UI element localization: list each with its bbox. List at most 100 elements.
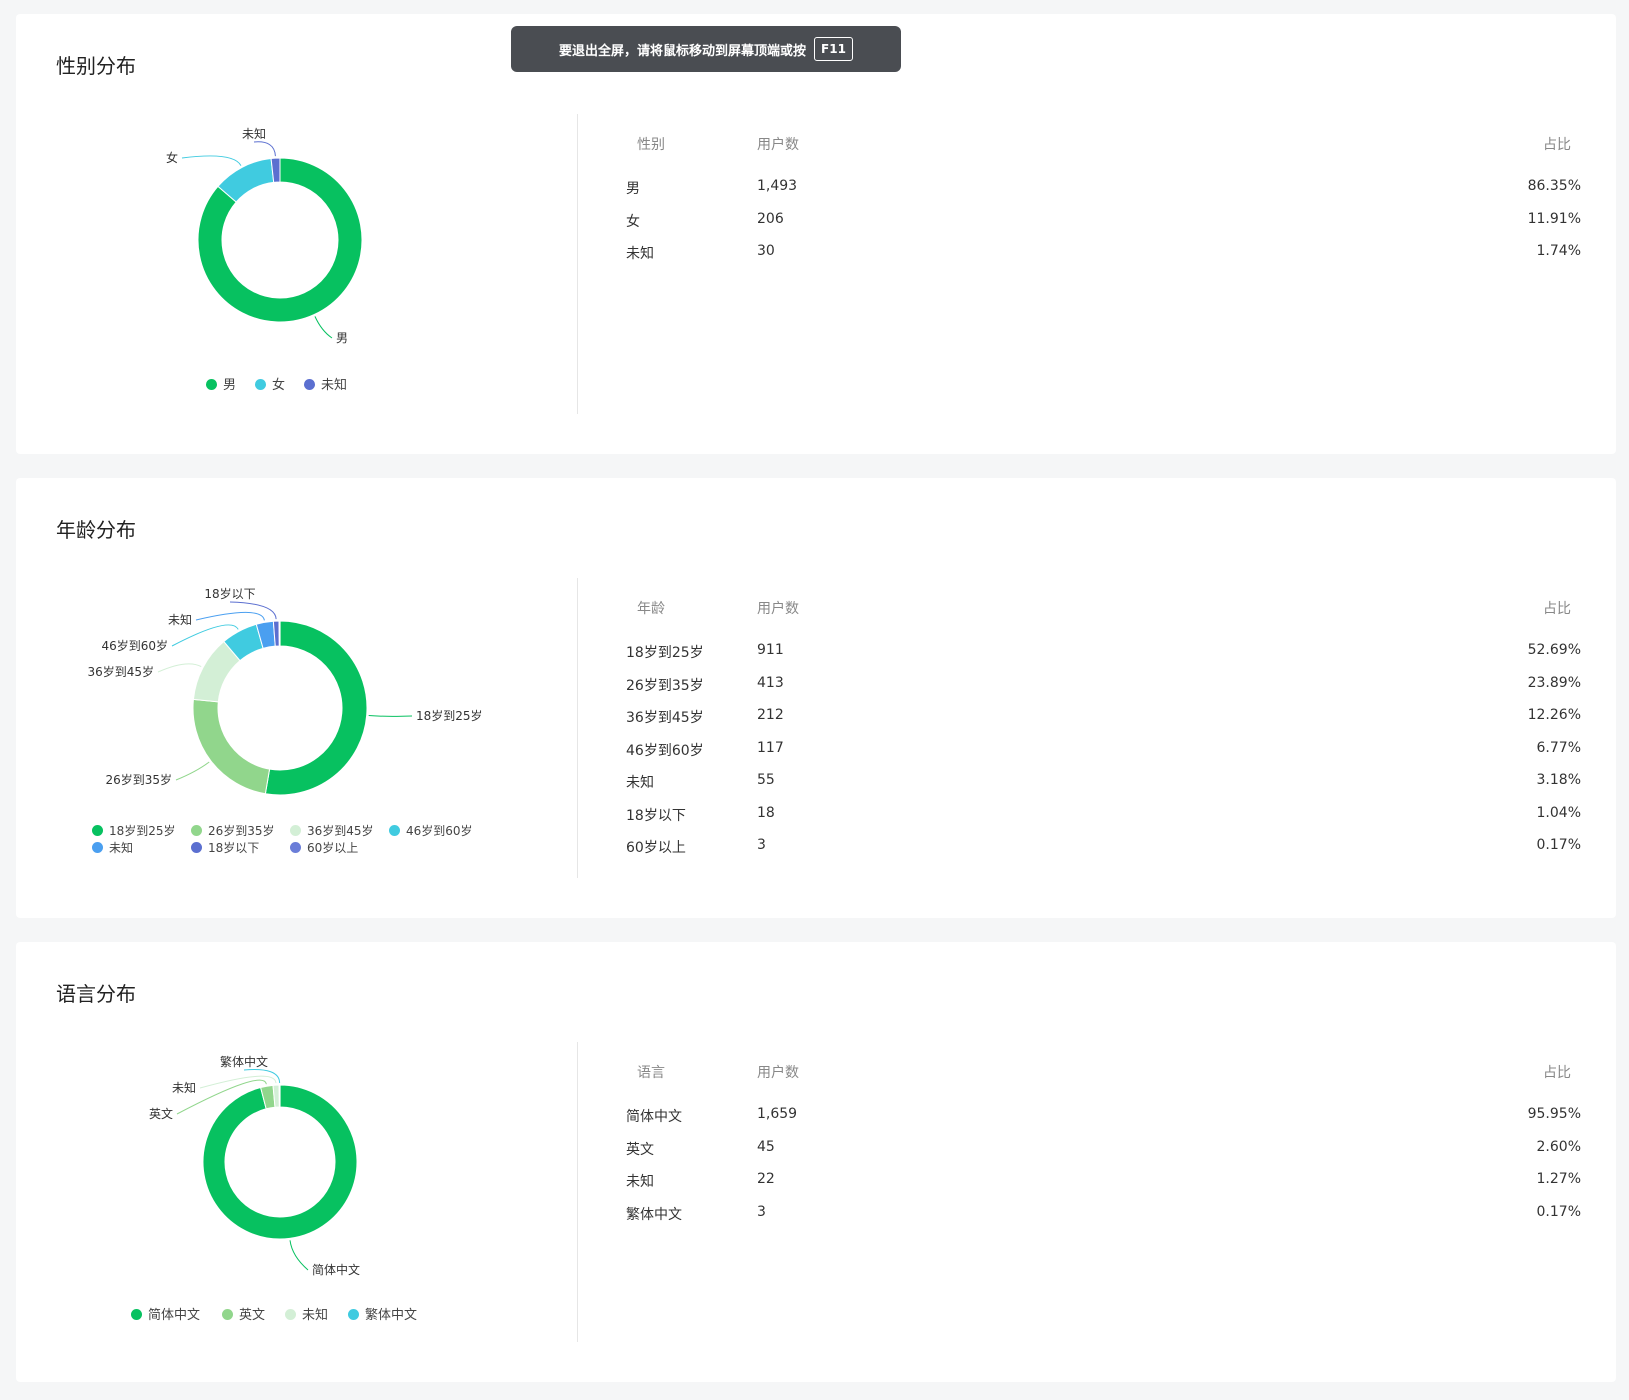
cell-count: 18 bbox=[757, 804, 775, 821]
column-header-age: 年龄 bbox=[637, 601, 665, 617]
slice-label: 未知 bbox=[168, 613, 192, 627]
legend-item[interactable]: 36岁到45岁 bbox=[290, 822, 374, 839]
legend-dot-icon bbox=[290, 825, 301, 836]
legend-item[interactable]: 繁体中文 bbox=[348, 1304, 417, 1323]
legend-dot-icon bbox=[191, 842, 202, 853]
legend-item[interactable]: 简体中文 bbox=[131, 1304, 200, 1323]
divider bbox=[577, 1042, 578, 1342]
slice-label: 未知 bbox=[242, 127, 266, 141]
table-row: 未知 30 1.74% bbox=[626, 237, 1581, 270]
donut-slice[interactable] bbox=[202, 1084, 358, 1240]
age-table: 年龄 用户数 占比 18岁到25岁 911 52.69% 26岁到35岁 413… bbox=[626, 578, 1581, 864]
table-row: 46岁到60岁 117 6.77% bbox=[626, 734, 1581, 767]
table-row: 未知 55 3.18% bbox=[626, 766, 1581, 799]
table-row: 未知 22 1.27% bbox=[626, 1165, 1581, 1198]
column-header-gender: 性别 bbox=[637, 137, 665, 153]
legend-label: 繁体中文 bbox=[365, 1308, 418, 1323]
table-row: 简体中文 1,659 95.95% bbox=[626, 1100, 1581, 1133]
cell-category: 26岁到35岁 bbox=[626, 677, 704, 694]
language-distribution-card: 语言分布 简体中文 英文 未知 繁体中文 简体中文 英文 未知 繁体中文 语言 用户数 占比… bbox=[16, 942, 1616, 1382]
legend-label: 36岁到45岁 bbox=[307, 824, 374, 838]
cell-category: 18岁到25岁 bbox=[626, 645, 704, 661]
cell-count: 212 bbox=[757, 707, 784, 723]
slice-label: 18岁到25岁 bbox=[416, 708, 483, 723]
slice-label: 英文 bbox=[149, 1106, 173, 1121]
cell-category: 英文 bbox=[626, 1141, 654, 1158]
leader-line bbox=[157, 663, 202, 673]
cell-category: 未知 bbox=[626, 1174, 654, 1190]
cell-count: 22 bbox=[757, 1171, 775, 1187]
leader-line bbox=[368, 715, 413, 717]
cell-category: 18岁以下 bbox=[626, 807, 686, 824]
f11-key-cap: F11 bbox=[814, 37, 853, 61]
legend-item[interactable]: 未知 bbox=[92, 839, 133, 856]
donut-slice[interactable] bbox=[264, 620, 368, 796]
table-row: 36岁到45岁 212 12.26% bbox=[626, 701, 1581, 734]
legend-dot-icon bbox=[131, 1309, 142, 1320]
cell-ratio: 0.17% bbox=[1536, 1203, 1581, 1220]
legend-dot-icon bbox=[191, 825, 202, 836]
legend-item[interactable]: 18岁以下 bbox=[191, 839, 259, 856]
gender-donut-chart: 男女未知 bbox=[16, 14, 576, 454]
cell-ratio: 11.91% bbox=[1527, 210, 1581, 227]
column-header-ratio: 占比 bbox=[1543, 601, 1571, 617]
leader-line bbox=[289, 1240, 309, 1271]
table-header: 语言 用户数 占比 bbox=[626, 1042, 1581, 1100]
divider bbox=[577, 578, 578, 878]
legend-item[interactable]: 60岁以上 bbox=[290, 839, 358, 856]
table-row: 60岁以上 3 0.17% bbox=[626, 831, 1581, 864]
legend-item[interactable]: 英文 bbox=[222, 1304, 265, 1323]
legend-dot-icon bbox=[92, 842, 103, 853]
cell-category: 36岁到45岁 bbox=[626, 710, 704, 726]
legend-label: 未知 bbox=[109, 841, 134, 855]
cell-category: 女 bbox=[626, 213, 640, 230]
table-row: 繁体中文 3 0.17% bbox=[626, 1198, 1581, 1231]
table-row: 18岁以下 18 1.04% bbox=[626, 799, 1581, 832]
legend-dot-icon bbox=[92, 825, 103, 836]
table-row: 英文 45 2.60% bbox=[626, 1133, 1581, 1166]
cell-category: 繁体中文 bbox=[626, 1206, 682, 1223]
legend-label: 未知 bbox=[302, 1308, 329, 1323]
slice-label: 男 bbox=[336, 331, 348, 345]
cell-ratio: 23.89% bbox=[1527, 674, 1581, 691]
gender-table: 性别 用户数 占比 男 1,493 86.35% 女 206 11.91% 未知… bbox=[626, 114, 1581, 270]
cell-ratio: 0.17% bbox=[1536, 837, 1581, 853]
column-header-ratio: 占比 bbox=[1543, 137, 1571, 153]
slice-label: 简体中文 bbox=[312, 1262, 360, 1277]
legend-item[interactable]: 46岁到60岁 bbox=[389, 822, 473, 839]
legend-item[interactable]: 女 bbox=[255, 374, 285, 393]
legend-dot-icon bbox=[285, 1309, 296, 1320]
cell-category: 未知 bbox=[626, 246, 654, 262]
donut-slice[interactable] bbox=[192, 698, 271, 795]
cell-ratio: 1.27% bbox=[1536, 1171, 1581, 1187]
legend-label: 46岁到60岁 bbox=[406, 824, 473, 838]
legend-label: 60岁以上 bbox=[307, 841, 359, 855]
table-row: 18岁到25岁 911 52.69% bbox=[626, 636, 1581, 669]
cell-count: 117 bbox=[757, 739, 784, 756]
cell-ratio: 12.26% bbox=[1527, 707, 1581, 723]
table-header: 性别 用户数 占比 bbox=[626, 114, 1581, 172]
legend-label: 18岁以下 bbox=[208, 841, 260, 855]
cell-count: 3 bbox=[757, 1203, 766, 1220]
legend-label: 18岁到25岁 bbox=[109, 824, 176, 838]
donut-slice[interactable] bbox=[278, 1084, 281, 1108]
cell-category: 60岁以上 bbox=[626, 840, 686, 856]
cell-count: 413 bbox=[757, 674, 784, 691]
leader-line bbox=[181, 155, 242, 166]
slice-label: 女 bbox=[166, 150, 178, 165]
legend-dot-icon bbox=[304, 379, 315, 390]
table-row: 男 1,493 86.35% bbox=[626, 172, 1581, 205]
cell-count: 911 bbox=[757, 642, 784, 658]
legend-item[interactable]: 未知 bbox=[285, 1304, 328, 1323]
legend-item[interactable]: 18岁到25岁 bbox=[92, 822, 176, 839]
legend-item[interactable]: 26岁到35岁 bbox=[191, 822, 275, 839]
legend-label: 女 bbox=[272, 378, 286, 393]
legend-dot-icon bbox=[222, 1309, 233, 1320]
legend-item[interactable]: 未知 bbox=[304, 374, 347, 393]
column-header-language: 语言 bbox=[637, 1065, 665, 1081]
donut-slice[interactable] bbox=[278, 620, 281, 647]
fullscreen-exit-toast: 要退出全屏，请将鼠标移动到屏幕顶端或按 F11 bbox=[511, 26, 901, 72]
legend-item[interactable]: 男 bbox=[206, 374, 236, 393]
cell-count: 1,659 bbox=[757, 1106, 798, 1122]
cell-ratio: 52.69% bbox=[1527, 642, 1581, 658]
